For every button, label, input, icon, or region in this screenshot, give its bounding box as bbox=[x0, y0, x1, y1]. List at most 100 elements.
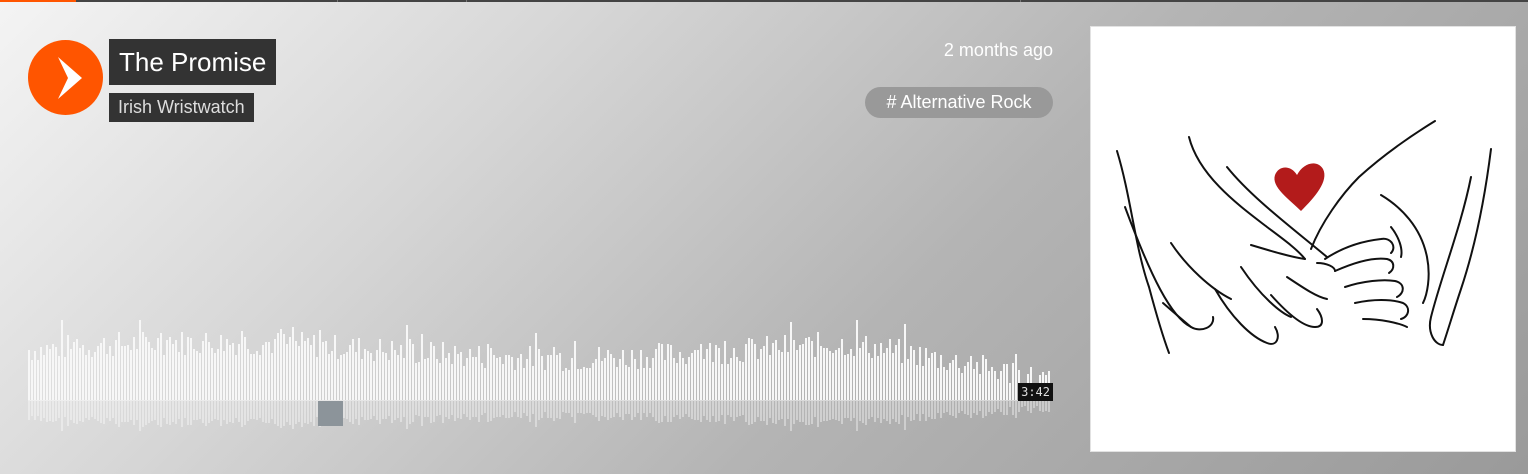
waveform-reflection bbox=[286, 401, 288, 422]
track-artwork[interactable] bbox=[1090, 26, 1516, 452]
waveform-reflection bbox=[520, 401, 522, 418]
waveform-reflection bbox=[547, 401, 549, 418]
waveform-bar bbox=[388, 359, 390, 400]
waveform-bar bbox=[814, 357, 816, 400]
comment-marker[interactable] bbox=[318, 401, 343, 426]
strip-tick bbox=[1020, 0, 1021, 2]
waveform-bar bbox=[700, 343, 702, 400]
waveform-bar bbox=[28, 350, 30, 400]
waveform-reflection bbox=[493, 401, 495, 418]
waveform-bar bbox=[715, 345, 717, 400]
waveform-bar bbox=[43, 354, 45, 400]
waveform-bar bbox=[661, 344, 663, 400]
waveform-reflection bbox=[1045, 401, 1047, 411]
waveform-reflection bbox=[358, 401, 360, 425]
waveform-reflection bbox=[289, 401, 291, 425]
waveform-reflection bbox=[610, 401, 612, 418]
waveform-bar bbox=[976, 361, 978, 400]
artist-name[interactable]: Irish Wristwatch bbox=[109, 93, 254, 122]
waveform-reflection bbox=[829, 401, 831, 420]
waveform-reflection bbox=[196, 401, 198, 420]
genre-tag[interactable]: # Alternative Rock bbox=[865, 87, 1053, 118]
waveform-bar bbox=[877, 356, 879, 400]
waveform-reflection bbox=[211, 401, 213, 421]
waveform-bar bbox=[688, 356, 690, 400]
waveform-bar bbox=[625, 364, 627, 400]
waveform-reflection bbox=[598, 401, 600, 421]
waveform-bar bbox=[628, 367, 630, 400]
waveform-reflection bbox=[466, 401, 468, 417]
waveform-bar bbox=[898, 339, 900, 400]
waveform-baseline bbox=[28, 400, 1053, 401]
waveform-bar bbox=[460, 352, 462, 400]
waveform-reflection bbox=[589, 401, 591, 413]
waveform-reflection bbox=[295, 401, 297, 424]
top-progress-strip bbox=[0, 0, 1528, 2]
waveform-bar bbox=[304, 340, 306, 400]
waveform-reflection bbox=[553, 401, 555, 421]
waveform-bar bbox=[664, 360, 666, 400]
waveform-reflection bbox=[250, 401, 252, 419]
waveform-bar bbox=[796, 350, 798, 400]
waveform-reflection bbox=[184, 401, 186, 418]
waveform-bar bbox=[205, 333, 207, 400]
waveform-reflection bbox=[622, 401, 624, 420]
waveform-bar bbox=[421, 334, 423, 400]
waveform-reflection bbox=[604, 401, 606, 417]
waveform-bar bbox=[223, 350, 225, 400]
waveform-bar bbox=[1006, 364, 1008, 400]
waveform-bar bbox=[838, 348, 840, 400]
waveform-bar bbox=[922, 365, 924, 400]
waveform-reflection bbox=[664, 401, 666, 416]
waveform-reflection bbox=[100, 401, 102, 423]
waveform-bar bbox=[487, 344, 489, 400]
waveform-bar bbox=[736, 356, 738, 400]
waveform-reflection bbox=[679, 401, 681, 419]
waveform-reflection bbox=[1036, 401, 1038, 406]
waveform-reflection bbox=[1042, 401, 1044, 412]
waveform-bar bbox=[499, 357, 501, 400]
waveform[interactable]: 3:42 bbox=[28, 315, 1053, 440]
waveform-reflection bbox=[118, 401, 120, 427]
waveform-reflection bbox=[757, 401, 759, 417]
waveform-reflection bbox=[304, 401, 306, 423]
waveform-reflection bbox=[199, 401, 201, 419]
waveform-bar bbox=[373, 360, 375, 400]
waveform-bar bbox=[220, 334, 222, 400]
track-title[interactable]: The Promise bbox=[109, 39, 277, 85]
pinky-promise-artwork bbox=[1116, 120, 1492, 354]
waveform-bar bbox=[649, 368, 651, 400]
waveform-bar bbox=[301, 332, 303, 400]
waveform-reflection bbox=[232, 401, 234, 423]
strip-tick bbox=[337, 0, 338, 2]
waveform-bar bbox=[106, 354, 108, 400]
waveform-bar bbox=[655, 348, 657, 400]
waveform-bar bbox=[316, 357, 318, 400]
waveform-reflection bbox=[277, 401, 279, 426]
waveform-bar bbox=[871, 358, 873, 400]
waveform-bar bbox=[184, 354, 186, 400]
waveform-reflection bbox=[859, 401, 861, 421]
waveform-reflection bbox=[913, 401, 915, 420]
waveform-reflection bbox=[955, 401, 957, 418]
waveform-bar bbox=[757, 358, 759, 400]
waveform-bar bbox=[163, 355, 165, 400]
waveform-reflection bbox=[214, 401, 216, 419]
waveform-bar bbox=[469, 348, 471, 400]
waveform-bar bbox=[31, 359, 33, 400]
waveform-bar bbox=[310, 345, 312, 400]
waveform-bar bbox=[340, 355, 342, 400]
waveform-reflection bbox=[793, 401, 795, 424]
waveform-reflection bbox=[145, 401, 147, 425]
waveform-bar bbox=[40, 346, 42, 400]
waveform-bar bbox=[397, 354, 399, 400]
waveform-reflection bbox=[517, 401, 519, 417]
waveform-reflection bbox=[400, 401, 402, 422]
play-button[interactable] bbox=[28, 40, 103, 115]
waveform-reflection bbox=[901, 401, 903, 415]
waveform-reflection bbox=[415, 401, 417, 415]
waveform-reflection bbox=[778, 401, 780, 420]
waveform-bar bbox=[226, 338, 228, 400]
waveform-reflection bbox=[856, 401, 858, 431]
waveform-reflection bbox=[646, 401, 648, 417]
